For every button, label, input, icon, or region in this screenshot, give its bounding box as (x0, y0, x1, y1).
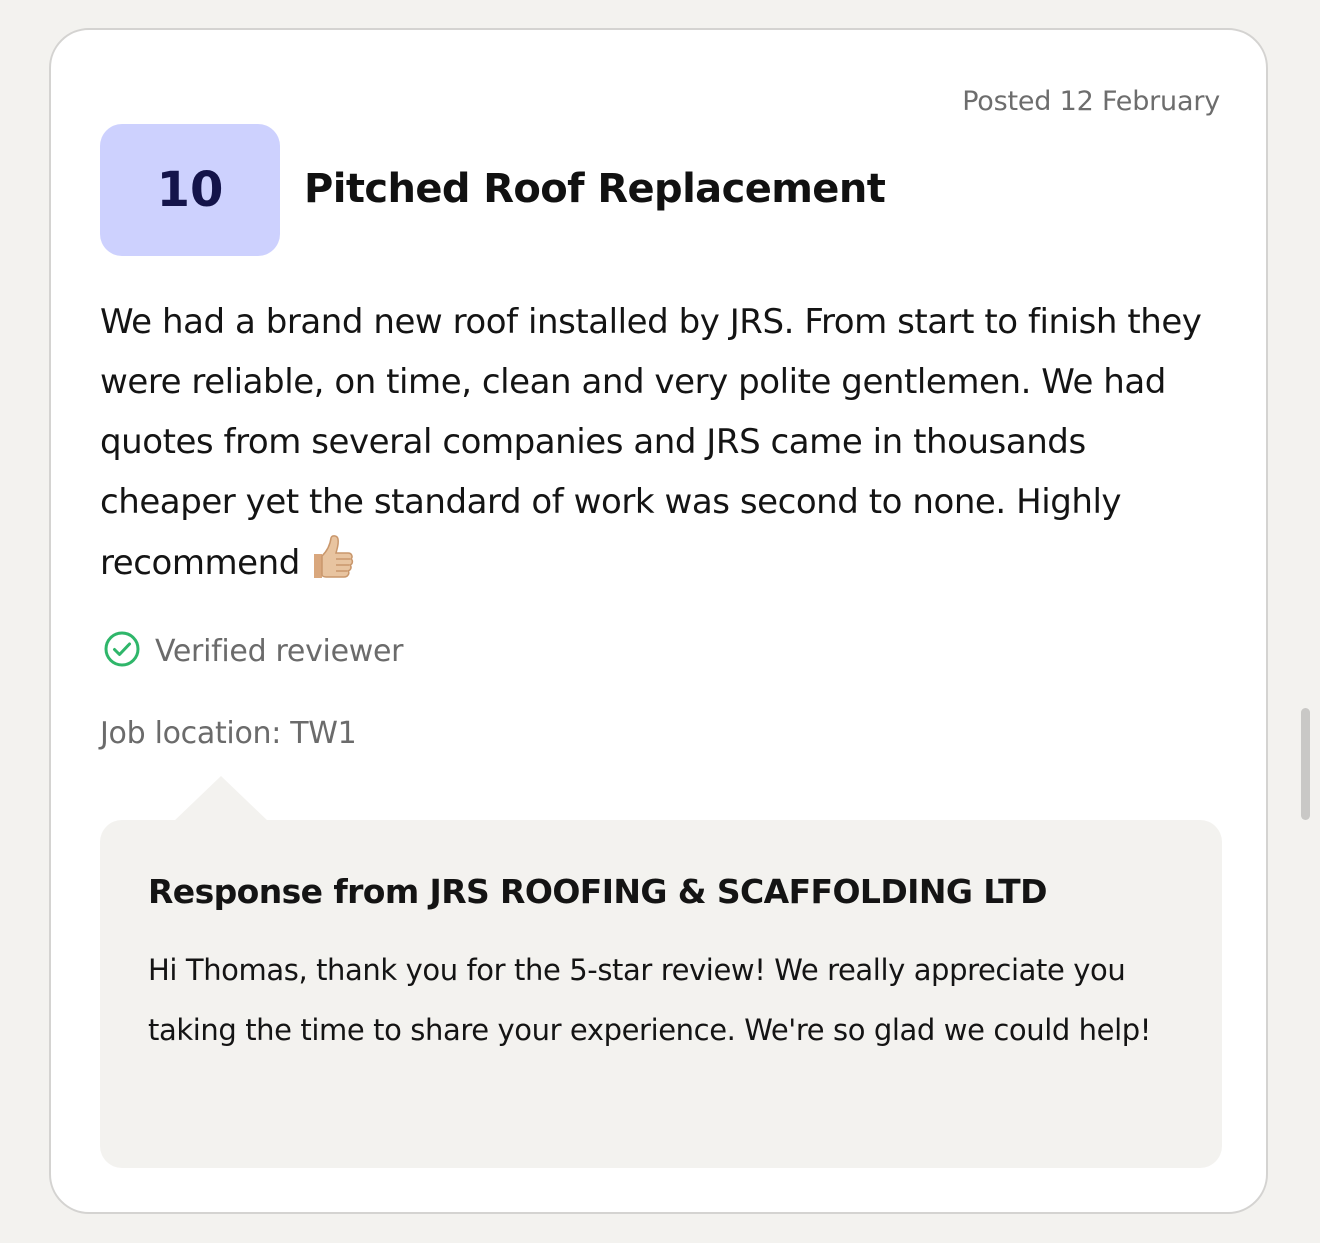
review-body-text: We had a brand new roof installed by JRS… (100, 302, 1202, 583)
posted-date: Posted 12 February (962, 86, 1220, 117)
business-response: Response from JRS ROOFING & SCAFFOLDING … (100, 820, 1222, 1168)
response-text: Hi Thomas, thank you for the 5-star revi… (148, 953, 1151, 1047)
response-title: Response from JRS ROOFING & SCAFFOLDING … (148, 872, 1047, 911)
thumbs-up-icon (306, 532, 356, 601)
verified-label: Verified reviewer (155, 633, 404, 669)
verified-reviewer: Verified reviewer (103, 630, 403, 672)
review-title: Pitched Roof Replacement (304, 166, 886, 212)
score-badge: 10 (100, 124, 280, 256)
review-body: We had a brand new roof installed by JRS… (100, 292, 1230, 601)
scrollbar-thumb[interactable] (1301, 708, 1310, 820)
check-circle-icon (103, 630, 141, 672)
response-pointer (173, 776, 269, 822)
review-card: Posted 12 February 10 Pitched Roof Repla… (49, 28, 1268, 1214)
job-location: Job location: TW1 (100, 716, 357, 751)
